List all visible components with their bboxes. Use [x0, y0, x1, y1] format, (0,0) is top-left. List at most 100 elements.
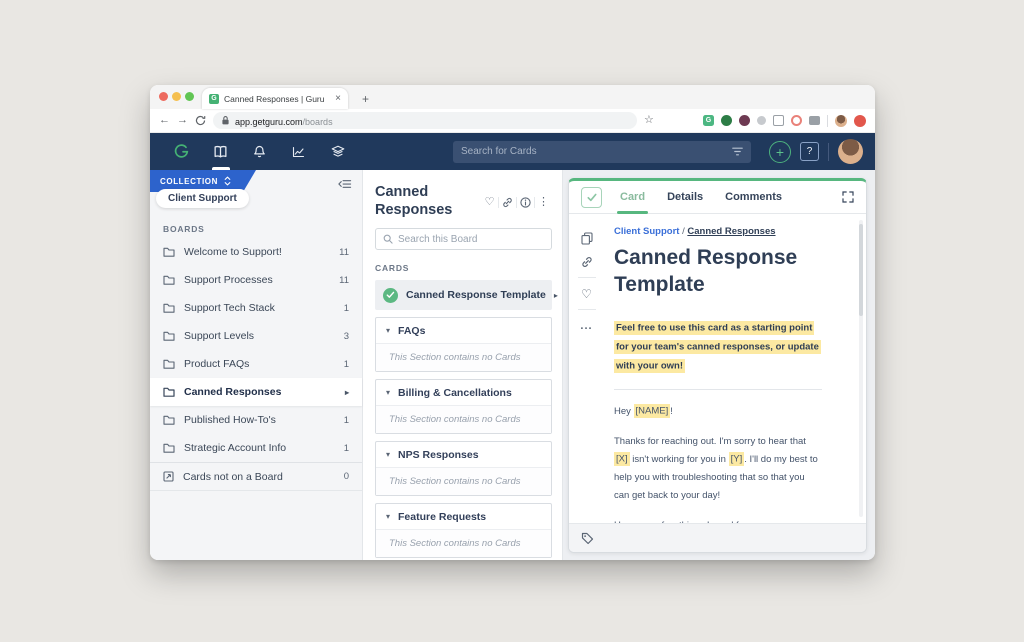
board-list: Welcome to Support! 11 Support Processes…: [150, 238, 362, 491]
cards-section-label: CARDS: [375, 263, 552, 273]
kebab-menu-icon[interactable]: ⋮: [535, 197, 552, 208]
caret-down-icon[interactable]: ▾: [386, 512, 390, 521]
breadcrumb-board-link[interactable]: Canned Responses: [687, 226, 775, 237]
info-icon[interactable]: [517, 197, 534, 208]
section-header[interactable]: ▾ Billing & Cancellations: [376, 380, 551, 405]
browser-tab-strip: G Canned Responses | Guru × +: [150, 85, 875, 109]
duplicate-card-icon[interactable]: [581, 227, 593, 250]
more-actions-icon[interactable]: ...: [580, 314, 592, 337]
section-header[interactable]: ▾ FAQs: [376, 318, 551, 343]
card-detail-area: Card Details Comments: [563, 170, 875, 560]
card-external-icon: [163, 471, 174, 482]
browser-menu-icon[interactable]: [854, 115, 866, 127]
board-row[interactable]: Welcome to Support! 11: [150, 238, 362, 266]
caret-down-icon[interactable]: ▾: [386, 326, 390, 335]
reload-icon[interactable]: [195, 115, 206, 126]
caret-down-icon[interactable]: ▾: [386, 450, 390, 459]
url-omnibox[interactable]: app.getguru.com/boards: [213, 112, 637, 129]
body-paragraph: Thanks for reaching out. I'm sorry to he…: [614, 433, 822, 505]
caret-down-icon[interactable]: ▾: [386, 388, 390, 397]
copy-link-icon[interactable]: [581, 250, 593, 273]
browser-profile-avatar[interactable]: [835, 115, 847, 127]
section-empty-state: This Section contains no Cards: [376, 467, 551, 495]
section-header[interactable]: ▾ NPS Responses: [376, 442, 551, 467]
board-search-box[interactable]: [375, 228, 552, 250]
expand-fullscreen-icon[interactable]: [842, 191, 854, 203]
tag-icon[interactable]: [581, 532, 594, 545]
card-search-input[interactable]: [461, 146, 732, 157]
window-zoom-button[interactable]: [185, 92, 194, 101]
favorite-heart-icon[interactable]: ♡: [581, 282, 592, 305]
extension-icon[interactable]: [739, 115, 750, 126]
board-section: ▾ NPS Responses This Section contains no…: [375, 441, 552, 496]
card-action-rail: ♡ ...: [569, 214, 604, 523]
section-empty-state: This Section contains no Cards: [376, 405, 551, 433]
extension-icon[interactable]: [757, 116, 766, 125]
navbar-right-group: + ?: [769, 139, 863, 164]
copy-link-icon[interactable]: [499, 197, 516, 208]
greeting-line: Hey [NAME]!: [614, 403, 822, 421]
section-empty-state: This Section contains no Cards: [376, 343, 551, 371]
screenshot-extension-icon[interactable]: [809, 116, 820, 125]
tab-close-icon[interactable]: ×: [335, 94, 341, 104]
guru-extension-icon[interactable]: G: [703, 115, 714, 126]
board-row[interactable]: Product FAQs 1: [150, 350, 362, 378]
board-panel: Canned Responses ♡ ⋮: [363, 170, 563, 560]
board-row[interactable]: Support Processes 11: [150, 266, 362, 294]
card-search-bar[interactable]: [453, 141, 751, 163]
board-search-input[interactable]: [398, 234, 544, 245]
create-card-button[interactable]: +: [769, 141, 791, 163]
user-avatar[interactable]: [838, 139, 863, 164]
folder-icon: [163, 247, 175, 257]
board-row[interactable]: Support Tech Stack 1: [150, 294, 362, 322]
card-intro-highlighted: Feel free to use this card as a starting…: [614, 319, 822, 376]
search-icon: [383, 234, 393, 244]
section-header[interactable]: ▾ Feature Requests: [376, 504, 551, 529]
folder-icon: [163, 331, 175, 341]
folder-icon: [163, 387, 175, 397]
browser-tab[interactable]: G Canned Responses | Guru ×: [202, 88, 348, 109]
extension-icon[interactable]: [791, 115, 802, 126]
app-content: COLLECTION Client Support BOARDS Welcome…: [150, 170, 875, 560]
tab-comments[interactable]: Comments: [725, 181, 782, 213]
verify-card-button[interactable]: [581, 187, 602, 208]
back-icon[interactable]: ←: [159, 115, 170, 126]
guru-favicon-icon: G: [209, 94, 219, 104]
forward-icon[interactable]: →: [177, 115, 188, 126]
card-list-item-selected[interactable]: Canned Response Template ▸: [375, 280, 552, 310]
guru-logo-icon[interactable]: [162, 133, 201, 170]
bookmark-star-icon[interactable]: ☆: [644, 115, 654, 126]
board-row[interactable]: Strategic Account Info 1: [150, 434, 362, 462]
chevron-right-icon: ▸: [345, 388, 349, 397]
breadcrumb-collection-link[interactable]: Client Support: [614, 226, 679, 237]
card-document: Client Support / Canned Responses Canned…: [604, 214, 866, 523]
window-close-button[interactable]: [159, 92, 168, 101]
url-path: /boards: [303, 117, 333, 127]
boards-nav-icon[interactable]: [201, 133, 240, 170]
new-tab-button[interactable]: +: [362, 92, 369, 106]
divider: [614, 389, 822, 390]
window-minimize-button[interactable]: [172, 92, 181, 101]
favorite-heart-icon[interactable]: ♡: [481, 197, 498, 208]
search-filter-icon[interactable]: [732, 147, 743, 156]
analytics-chart-icon[interactable]: [279, 133, 318, 170]
divider: [578, 309, 596, 310]
collections-layers-icon[interactable]: [318, 133, 357, 170]
extension-icon[interactable]: [721, 115, 732, 126]
board-row[interactable]: Published How-To's 1: [150, 406, 362, 434]
board-section: ▾ FAQs This Section contains no Cards: [375, 317, 552, 372]
extension-icon[interactable]: [773, 115, 784, 126]
tab-card[interactable]: Card: [620, 181, 645, 213]
help-button[interactable]: ?: [800, 142, 819, 161]
cards-not-on-board-row[interactable]: Cards not on a Board 0: [150, 463, 362, 491]
scrollbar-thumb[interactable]: [859, 224, 863, 316]
board-row-selected[interactable]: Canned Responses ▸: [150, 378, 362, 406]
tab-details[interactable]: Details: [667, 181, 703, 213]
collection-name-pill[interactable]: Client Support: [156, 189, 249, 208]
notifications-bell-icon[interactable]: [240, 133, 279, 170]
card-detail: Card Details Comments: [568, 178, 867, 553]
board-row[interactable]: Support Levels 3: [150, 322, 362, 350]
collapse-sidebar-icon[interactable]: [337, 177, 352, 195]
collection-label: COLLECTION: [160, 177, 218, 186]
card-scrollbar[interactable]: [859, 220, 863, 517]
